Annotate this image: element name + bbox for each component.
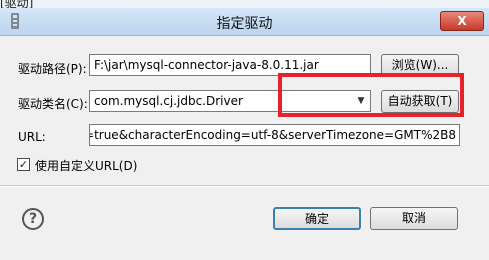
driver-class-combobox[interactable]: com.mysql.cj.jdbc.Driver ▼ bbox=[89, 90, 371, 112]
browse-button[interactable]: 浏览(W)... bbox=[381, 54, 459, 77]
custom-url-label[interactable]: 使用自定义URL(D) bbox=[35, 157, 137, 174]
help-icon[interactable]: ? bbox=[22, 208, 44, 230]
auto-fetch-button[interactable]: 自动获取(T) bbox=[381, 90, 459, 113]
dialog-title: 指定驱动 bbox=[216, 16, 273, 32]
url-label: URL: bbox=[18, 130, 46, 144]
close-button[interactable]: X bbox=[440, 11, 484, 31]
close-icon: X bbox=[457, 14, 467, 28]
url-value: e=true&characterEncoding=utf-8&serverTim… bbox=[90, 128, 456, 142]
footer-separator bbox=[0, 185, 489, 187]
driver-class-value: com.mysql.cj.jdbc.Driver bbox=[94, 94, 243, 108]
driver-path-input[interactable]: F:\jar\mysql-connector-java-8.0.11.jar bbox=[89, 54, 371, 76]
driver-class-label: 驱动类名(C): bbox=[18, 97, 88, 111]
url-input[interactable]: e=true&characterEncoding=utf-8&serverTim… bbox=[89, 124, 460, 146]
title-bar: 指定驱动 X bbox=[0, 8, 489, 36]
cancel-button[interactable]: 取消 bbox=[370, 207, 458, 230]
ok-button[interactable]: 确定 bbox=[273, 207, 361, 230]
driver-path-label: 驱动路径(P): bbox=[18, 62, 87, 76]
custom-url-checkbox[interactable]: ✓ bbox=[17, 158, 30, 171]
chevron-down-icon[interactable]: ▼ bbox=[354, 93, 368, 109]
dialog-window: 指定驱动 X 驱动路径(P): F:\jar\mysql-connector-j… bbox=[0, 0, 489, 260]
checkmark-icon: ✓ bbox=[18, 158, 29, 171]
dialog-body: 驱动路径(P): F:\jar\mysql-connector-java-8.0… bbox=[0, 36, 489, 260]
